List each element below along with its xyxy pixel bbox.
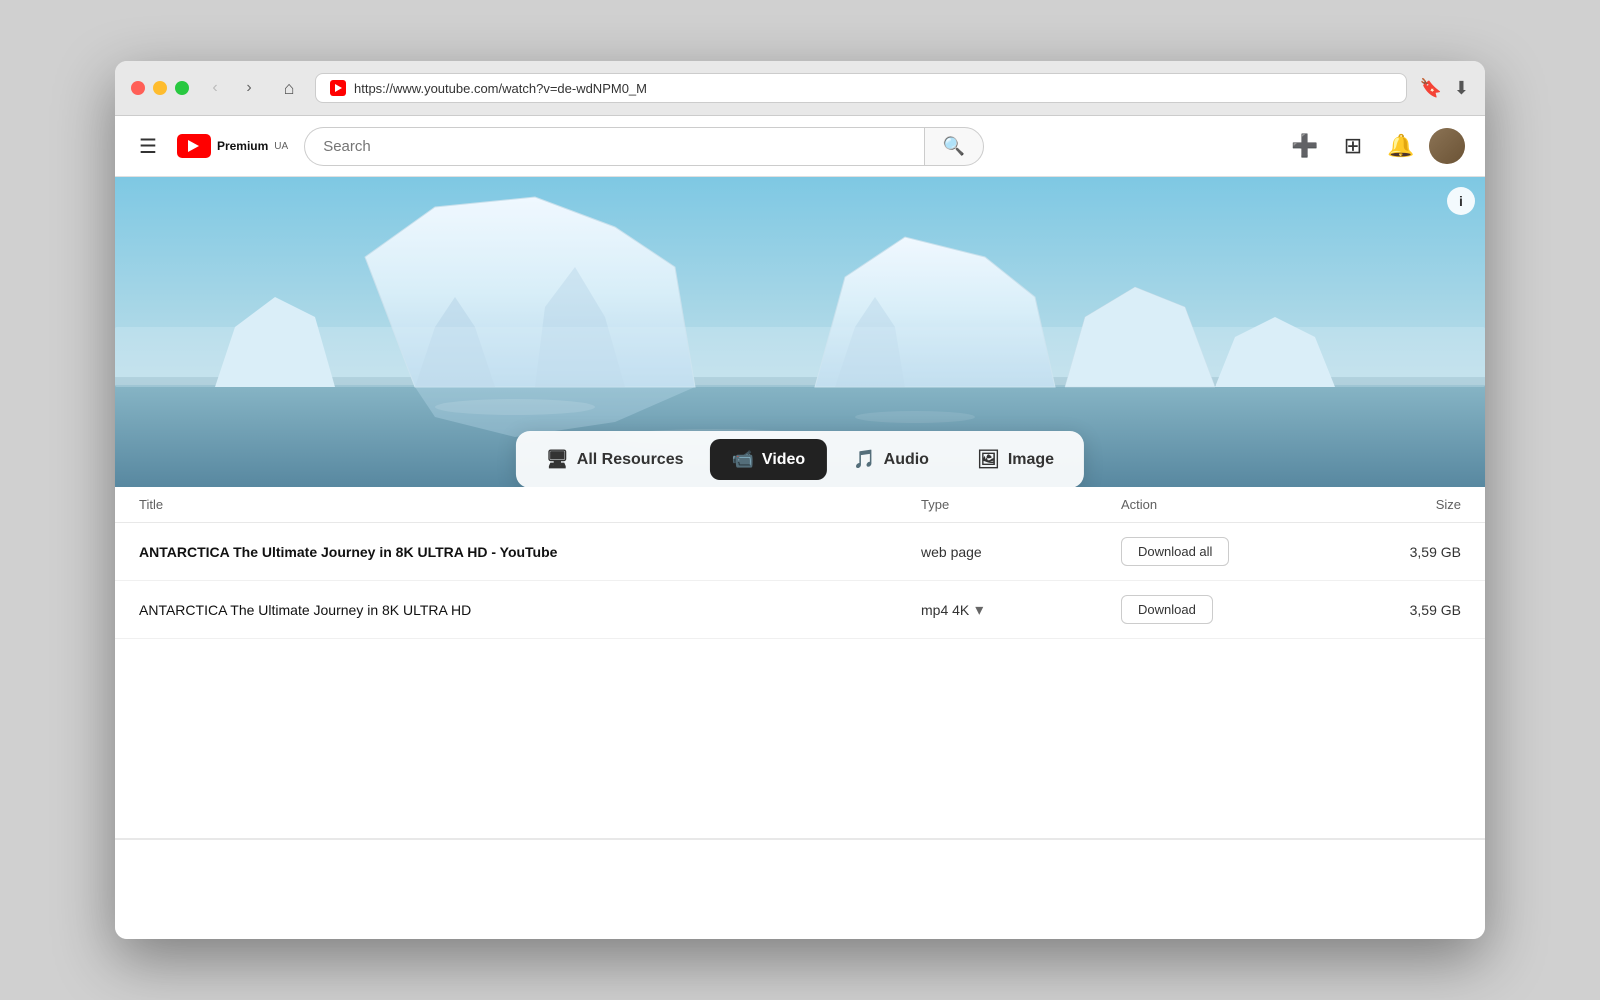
avatar (1429, 128, 1465, 164)
tab-all-resources-label: All Resources (577, 451, 684, 469)
row-1-size: 3,59 GB (1341, 544, 1461, 560)
create-icon: ➕ (1291, 133, 1318, 159)
video-icon: 📹 (732, 449, 754, 470)
tab-audio[interactable]: 🎵 Audio (831, 439, 951, 480)
youtube-logo-icon (177, 134, 211, 158)
search-icon: 🔍 (943, 136, 965, 156)
create-button[interactable]: ➕ (1285, 126, 1325, 166)
tab-all-resources[interactable]: 🖥 All Resources (524, 439, 706, 480)
youtube-ua-badge: UA (274, 141, 288, 152)
row-2-size: 3,59 GB (1341, 602, 1461, 618)
youtube-premium-text: Premium (217, 139, 268, 153)
download-all-button[interactable]: Download all (1121, 537, 1229, 566)
audio-icon: 🎵 (853, 449, 875, 470)
avatar-button[interactable] (1429, 128, 1465, 164)
row-2-type-container: mp4 4K ▾ (921, 600, 1121, 620)
minimize-button[interactable] (153, 81, 167, 95)
youtube-logo: Premium UA (177, 134, 288, 158)
row-2-type: mp4 4K (921, 602, 969, 618)
search-button[interactable]: 🔍 (924, 127, 984, 166)
row-1-title: ANTARCTICA The Ultimate Journey in 8K UL… (139, 544, 921, 560)
table-header: Title Type Action Size (115, 487, 1485, 523)
bookmark-button[interactable]: 🔖 (1419, 78, 1441, 99)
content-area: Title Type Action Size ANTARCTICA The Ul… (115, 487, 1485, 839)
row-1-action: Download all (1121, 537, 1341, 566)
url-text: https://www.youtube.com/watch?v=de-wdNPM… (354, 81, 1392, 96)
all-resources-icon: 🖥 (546, 449, 569, 470)
notifications-button[interactable]: 🔔 (1381, 126, 1421, 166)
youtube-header: ☰ Premium UA 🔍 ➕ ⊞ 🔔 (115, 116, 1485, 177)
col-action: Action (1121, 497, 1341, 512)
search-input[interactable] (304, 127, 924, 166)
nav-buttons: ‹ › (201, 74, 263, 102)
tab-video-label: Video (762, 451, 805, 469)
table-row: ANTARCTICA The Ultimate Journey in 8K UL… (115, 523, 1485, 581)
row-2-title: ANTARCTICA The Ultimate Journey in 8K UL… (139, 602, 921, 618)
bell-icon: 🔔 (1387, 133, 1414, 159)
favicon (330, 80, 346, 96)
tab-audio-label: Audio (884, 451, 929, 469)
empty-area (115, 639, 1485, 839)
row-2-action: Download (1121, 595, 1341, 624)
chevron-down-icon[interactable]: ▾ (975, 600, 983, 620)
home-button[interactable]: ⌂ (275, 74, 303, 102)
download-button[interactable]: ⬇ (1454, 78, 1469, 99)
download-button[interactable]: Download (1121, 595, 1213, 624)
traffic-lights (131, 81, 189, 95)
apps-button[interactable]: ⊞ (1333, 126, 1373, 166)
apps-icon: ⊞ (1344, 133, 1362, 159)
tabs-overlay: 🖥 All Resources 📹 Video 🎵 Audio 🖼 Image (516, 431, 1084, 487)
col-title: Title (139, 497, 921, 512)
tab-image-label: Image (1008, 451, 1054, 469)
col-size: Size (1341, 497, 1461, 512)
tab-image[interactable]: 🖼 Image (955, 439, 1076, 480)
header-actions: ➕ ⊞ 🔔 (1285, 126, 1465, 166)
maximize-button[interactable] (175, 81, 189, 95)
menu-button[interactable]: ☰ (135, 130, 161, 163)
col-type: Type (921, 497, 1121, 512)
tab-video[interactable]: 📹 Video (710, 439, 828, 480)
bottom-area (115, 839, 1485, 939)
back-button[interactable]: ‹ (201, 74, 229, 102)
address-bar: https://www.youtube.com/watch?v=de-wdNPM… (315, 73, 1407, 103)
hamburger-icon: ☰ (139, 136, 157, 158)
table-row: ANTARCTICA The Ultimate Journey in 8K UL… (115, 581, 1485, 639)
close-button[interactable] (131, 81, 145, 95)
search-container: 🔍 (304, 127, 984, 166)
video-area[interactable]: i 🖥 All Resources 📹 Video 🎵 Audio 🖼 Imag… (115, 177, 1485, 487)
title-bar: ‹ › ⌂ https://www.youtube.com/watch?v=de… (115, 61, 1485, 116)
browser-window: ‹ › ⌂ https://www.youtube.com/watch?v=de… (115, 61, 1485, 939)
info-icon[interactable]: i (1447, 187, 1475, 215)
row-1-type: web page (921, 544, 1121, 560)
forward-button[interactable]: › (235, 74, 263, 102)
image-icon: 🖼 (977, 449, 1000, 470)
